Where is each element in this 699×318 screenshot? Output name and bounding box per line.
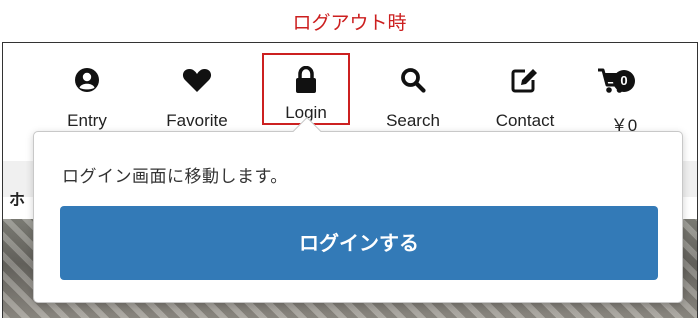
user-circle-icon bbox=[75, 68, 99, 92]
nav-entry[interactable]: Entry bbox=[55, 43, 119, 135]
heart-icon bbox=[182, 69, 212, 92]
cart-count-badge: 0 bbox=[613, 70, 635, 92]
search-icon bbox=[401, 68, 426, 93]
page-heading: ホ bbox=[9, 190, 26, 209]
login-popover: ログイン画面に移動します。 ログインする bbox=[33, 131, 683, 303]
lock-icon bbox=[296, 66, 316, 93]
site-screen: ホ Entry Favorite Login Search Contact ￥0… bbox=[2, 42, 698, 318]
nav-login[interactable]: Login bbox=[262, 53, 350, 125]
popover-message: ログイン画面に移動します。 bbox=[62, 167, 288, 187]
edit-icon bbox=[511, 69, 537, 93]
nav-contact-label: Contact bbox=[495, 111, 555, 130]
caption-logout-state: ログアウト時 bbox=[292, 12, 407, 34]
nav-search-label: Search bbox=[386, 111, 440, 130]
nav-search[interactable]: Search bbox=[373, 43, 453, 135]
nav-entry-label: Entry bbox=[67, 111, 107, 130]
nav-favorite[interactable]: Favorite bbox=[149, 43, 245, 135]
login-button[interactable]: ログインする bbox=[60, 206, 658, 280]
nav-favorite-label: Favorite bbox=[166, 111, 228, 130]
nav-contact[interactable]: Contact bbox=[479, 43, 571, 135]
